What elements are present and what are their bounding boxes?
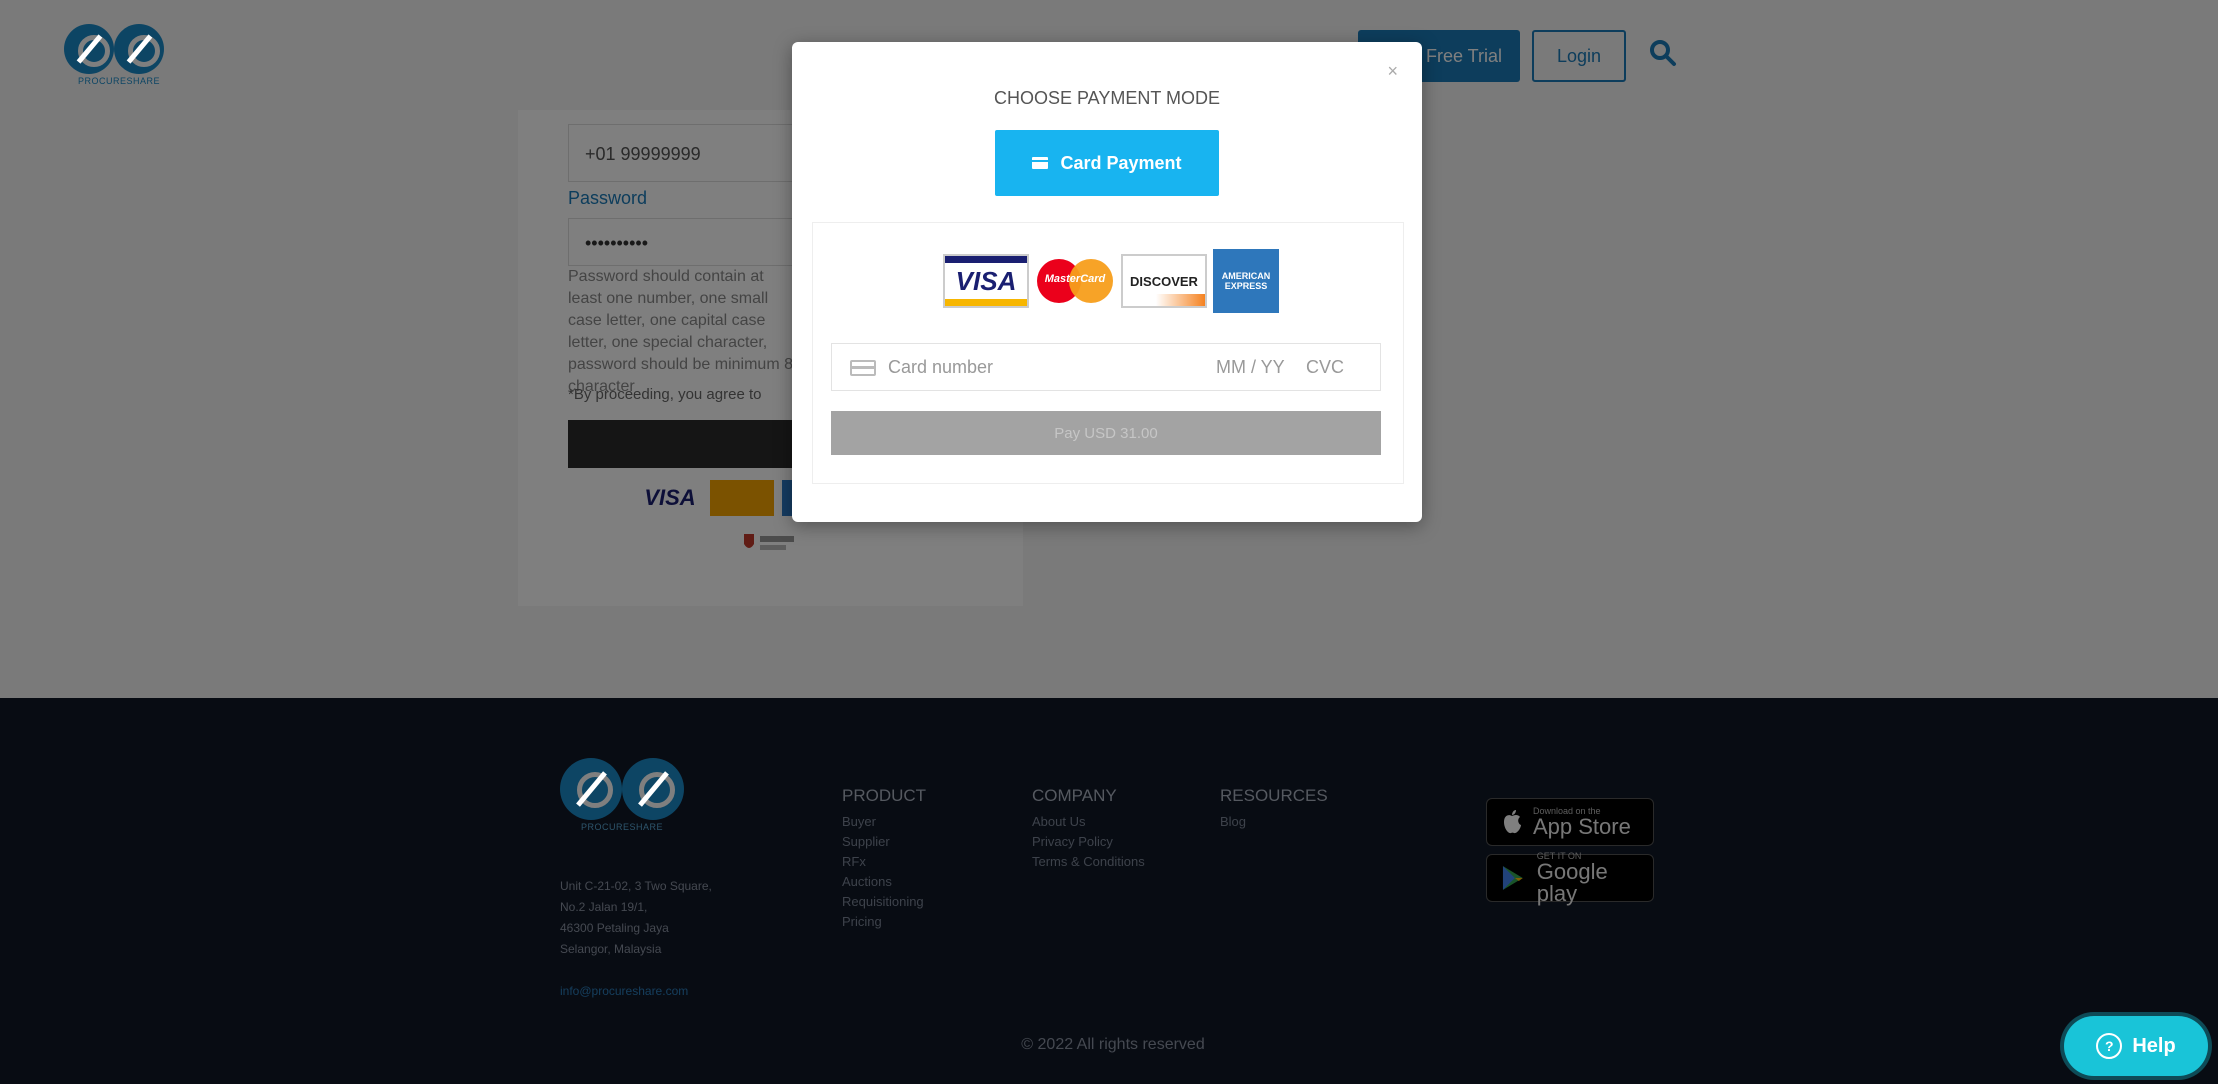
pay-button[interactable]: Pay USD 31.00	[831, 411, 1381, 455]
card-logos: VISA MasterCard DISCOVER AMERICAN EXPRES…	[943, 249, 1279, 313]
mastercard-text: MasterCard	[1044, 273, 1106, 285]
help-label: Help	[2132, 1034, 2176, 1057]
mastercard-logo: MasterCard	[1035, 254, 1115, 308]
payment-modal: × CHOOSE PAYMENT MODE Card Payment VISA …	[792, 42, 1422, 522]
card-payment-label: Card Payment	[1060, 152, 1182, 173]
credit-card-icon	[1032, 157, 1049, 169]
modal-title: CHOOSE PAYMENT MODE	[993, 88, 1221, 108]
close-icon[interactable]: ×	[1381, 60, 1404, 83]
expiry-placeholder[interactable]: MM / YY	[1216, 357, 1285, 378]
help-button[interactable]: ? Help	[2064, 1016, 2208, 1076]
amex-logo: AMERICAN EXPRESS	[1213, 249, 1279, 313]
visa-logo: VISA	[943, 254, 1029, 308]
signup-page: PROCURESHARE Free Trial Login +01 999999…	[0, 0, 2218, 1084]
card-number-placeholder[interactable]: Card number	[888, 357, 993, 378]
card-outline-icon	[850, 360, 876, 376]
card-payment-button[interactable]: Card Payment	[995, 130, 1219, 196]
card-details-input[interactable]: Card number MM / YY CVC	[831, 343, 1381, 391]
question-icon: ?	[2096, 1033, 2123, 1059]
discover-logo: DISCOVER	[1121, 254, 1207, 308]
cvc-placeholder[interactable]: CVC	[1306, 357, 1344, 378]
card-payment-panel: VISA MasterCard DISCOVER AMERICAN EXPRES…	[812, 222, 1404, 484]
